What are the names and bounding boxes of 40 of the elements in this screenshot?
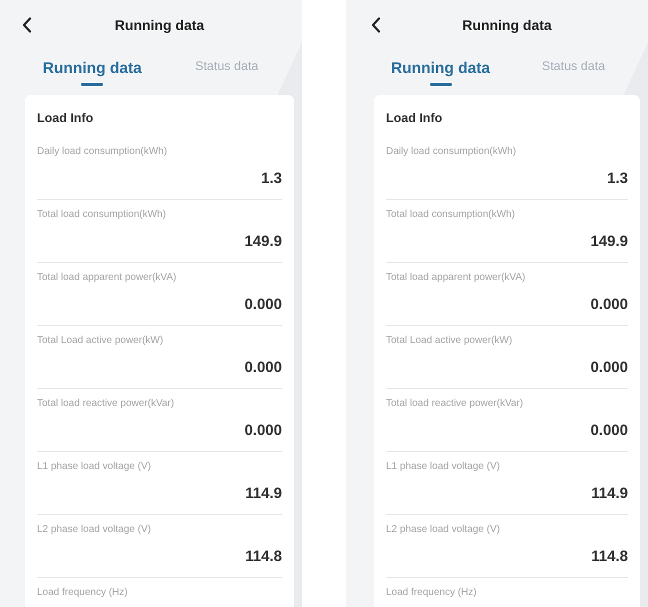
field-label: Total load reactive power(kVar) <box>37 398 176 410</box>
field-label: Total load apparent power(kVA) <box>37 272 178 284</box>
field-value: 0.000 <box>243 296 282 314</box>
field-label: Total load consumption(kWh) <box>386 208 516 221</box>
back-button[interactable] <box>25 17 32 33</box>
field-value: 1.3 <box>260 170 282 188</box>
field-label: Total load consumption(kWh) <box>37 208 167 221</box>
screen-title: Running data <box>114 16 204 32</box>
field-label: Total load reactive power(kVar) <box>386 398 524 410</box>
screen-title: Running data <box>462 16 552 32</box>
field-label: Load frequency (Hz) <box>37 586 129 599</box>
field-value: 0.000 <box>589 422 628 440</box>
field-label: Load frequency (Hz) <box>386 586 478 599</box>
back-icon[interactable] <box>371 17 381 33</box>
field-label: Daily load consumption(kWh) <box>386 146 518 158</box>
field-label: Total load apparent power(kVA) <box>386 272 526 284</box>
field-label: Total Load active power(kW) <box>37 334 164 347</box>
field-label: Daily load consumption(kWh) <box>37 146 168 158</box>
field-label: Total Load active power(kW) <box>386 334 514 347</box>
tab[interactable]: Running data <box>374 57 507 86</box>
field-label: L1 phase load voltage (V) <box>37 460 152 473</box>
field-value: 0.000 <box>243 358 282 377</box>
field-label: L2 phase load voltage (V) <box>386 524 501 536</box>
field-value: 149.9 <box>589 232 628 251</box>
section-title: Load Info <box>386 110 444 127</box>
field-value: 114.8 <box>590 548 628 566</box>
field-value: 1.3 <box>606 170 628 188</box>
field-label: L1 phase load voltage (V) <box>386 460 501 473</box>
field-value: 114.9 <box>590 484 628 503</box>
field-value: 0.000 <box>243 422 282 440</box>
tab[interactable]: Running data <box>25 57 160 86</box>
field-value: 114.9 <box>244 484 282 503</box>
field-value: 114.8 <box>244 548 282 566</box>
field-label: L2 phase load voltage (V) <box>37 524 152 536</box>
field-value: 0.000 <box>589 358 628 377</box>
field-value: 149.9 <box>243 232 282 251</box>
back-icon[interactable] <box>22 17 32 33</box>
section-title: Load Info <box>37 110 94 127</box>
back-button[interactable] <box>374 17 381 33</box>
field-value: 0.000 <box>589 296 628 314</box>
